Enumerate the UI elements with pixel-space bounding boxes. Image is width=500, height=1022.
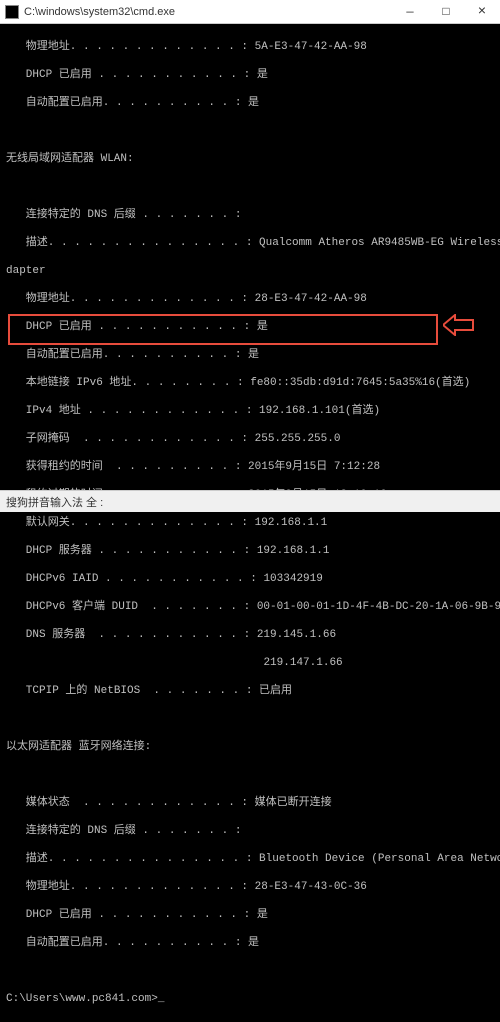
output-line: 物理地址. . . . . . . . . . . . . : 28-E3-47…: [6, 292, 494, 306]
output-line: DHCP 已启用 . . . . . . . . . . . : 是: [6, 68, 494, 82]
output-line: DHCP 服务器 . . . . . . . . . . . : 192.168…: [6, 544, 494, 558]
window-buttons: — □ ×: [392, 0, 500, 24]
minimize-button[interactable]: —: [392, 0, 428, 24]
ime-statusbar[interactable]: 搜狗拼音输入法 全 :: [0, 490, 500, 512]
output-line: 获得租约的时间 . . . . . . . . . : 2015年9月15日 7…: [6, 460, 494, 474]
window-title: C:\windows\system32\cmd.exe: [24, 6, 392, 18]
output-line: [6, 964, 494, 978]
output-line: DHCP 已启用 . . . . . . . . . . . : 是: [6, 320, 494, 334]
output-line: [6, 124, 494, 138]
output-line: DNS 服务器 . . . . . . . . . . . : 219.145.…: [6, 628, 494, 642]
output-line: 描述. . . . . . . . . . . . . . . : Qualco…: [6, 236, 494, 250]
output-line: 本地链接 IPv6 地址. . . . . . . . : fe80::35db…: [6, 376, 494, 390]
output-line: 物理地址. . . . . . . . . . . . . : 5A-E3-47…: [6, 40, 494, 54]
output-line: 自动配置已启用. . . . . . . . . . : 是: [6, 96, 494, 110]
cmd-icon: [5, 5, 19, 19]
output-line: IPv4 地址 . . . . . . . . . . . . : 192.16…: [6, 404, 494, 418]
prompt-line[interactable]: C:\Users\www.pc841.com>_: [6, 992, 494, 1006]
output-line: 219.147.1.66: [6, 656, 494, 670]
output-line: 默认网关. . . . . . . . . . . . . : 192.168.…: [6, 516, 494, 530]
output-line: 媒体状态 . . . . . . . . . . . . : 媒体已断开连接: [6, 796, 494, 810]
output-line: 自动配置已启用. . . . . . . . . . : 是: [6, 348, 494, 362]
terminal-output[interactable]: 物理地址. . . . . . . . . . . . . : 5A-E3-47…: [0, 24, 500, 1022]
output-line: 物理地址. . . . . . . . . . . . . : 28-E3-47…: [6, 880, 494, 894]
output-line: 描述. . . . . . . . . . . . . . . : Blueto…: [6, 852, 494, 866]
close-button[interactable]: ×: [464, 0, 500, 24]
output-line: 连接特定的 DNS 后缀 . . . . . . . :: [6, 824, 494, 838]
output-line: 连接特定的 DNS 后缀 . . . . . . . :: [6, 208, 494, 222]
output-line: 自动配置已启用. . . . . . . . . . : 是: [6, 936, 494, 950]
output-line: 以太网适配器 蓝牙网络连接:: [6, 740, 494, 754]
ime-text: 搜狗拼音输入法 全 :: [6, 494, 103, 510]
output-line: DHCPv6 IAID . . . . . . . . . . . : 1033…: [6, 572, 494, 586]
output-line: [6, 180, 494, 194]
maximize-button[interactable]: □: [428, 0, 464, 24]
titlebar[interactable]: C:\windows\system32\cmd.exe — □ ×: [0, 0, 500, 24]
output-line: [6, 712, 494, 726]
output-line: DHCP 已启用 . . . . . . . . . . . : 是: [6, 908, 494, 922]
output-line: dapter: [6, 264, 494, 278]
output-line: TCPIP 上的 NetBIOS . . . . . . . : 已启用: [6, 684, 494, 698]
output-line: 无线局域网适配器 WLAN:: [6, 152, 494, 166]
output-line: DHCPv6 客户端 DUID . . . . . . . : 00-01-00…: [6, 600, 494, 614]
output-line: [6, 768, 494, 782]
output-line: 子网掩码 . . . . . . . . . . . . : 255.255.2…: [6, 432, 494, 446]
